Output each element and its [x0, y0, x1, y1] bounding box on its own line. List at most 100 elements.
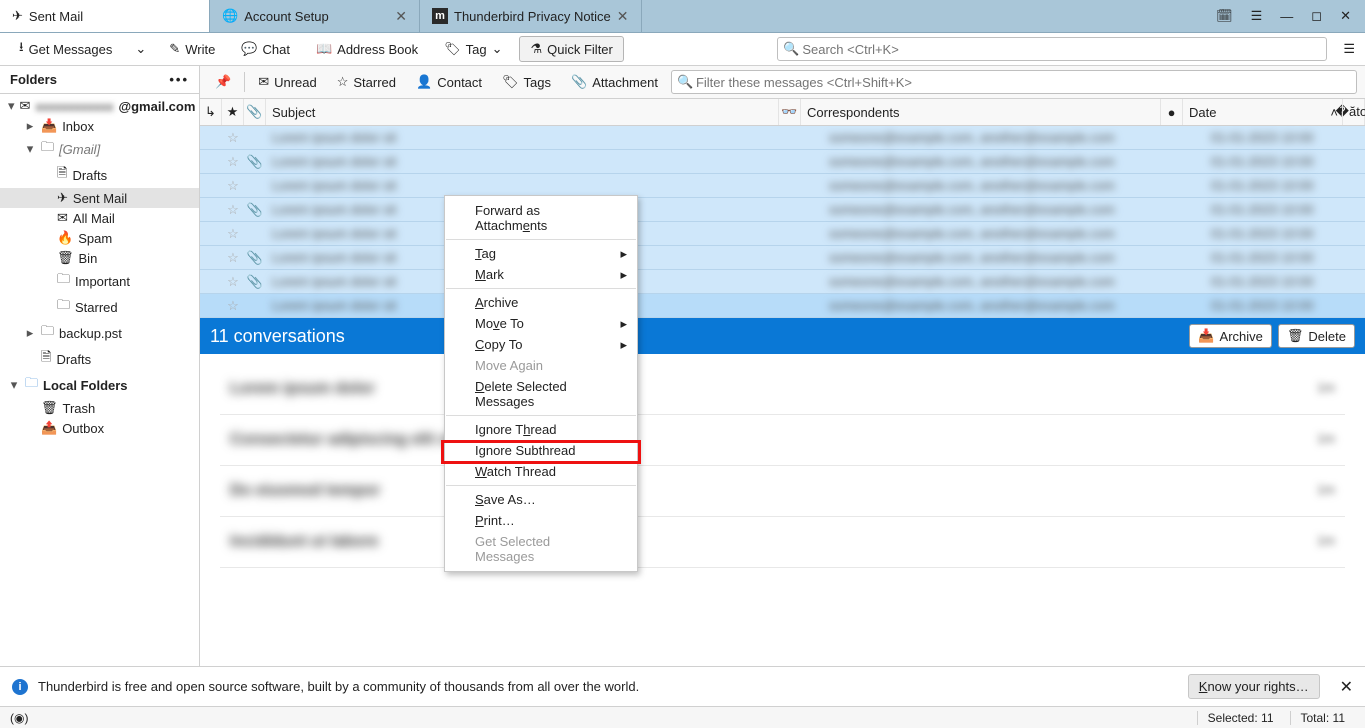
- ctx-mark[interactable]: Mark▸: [445, 264, 637, 285]
- col-date[interactable]: Date˄: [1183, 99, 1343, 125]
- get-messages-button[interactable]: Get Messages: [10, 34, 121, 64]
- folder-drafts[interactable]: 🗎Drafts: [0, 162, 199, 188]
- message-row[interactable]: Lorem ipsum dolor sitsomeone@example.com…: [200, 150, 1365, 174]
- total-count: 11: [1333, 711, 1345, 725]
- tag-button[interactable]: Tag ⌄: [435, 37, 511, 61]
- folder-label: Outbox: [62, 421, 104, 436]
- account-row[interactable]: ▾✉ xxxxxxxxxxxx@gmail.com: [0, 96, 199, 116]
- preview-item[interactable]: Lorem ipsum dolor1m: [220, 364, 1345, 415]
- folder-label: Drafts: [56, 352, 91, 367]
- ctx-tag[interactable]: Tag▸: [445, 243, 637, 264]
- ctx-ignore-subthread[interactable]: Ignore Subthread: [445, 440, 637, 461]
- col-subject[interactable]: Subject: [266, 99, 779, 125]
- tab-label: Account Setup: [244, 9, 329, 24]
- col-tag[interactable]: ●: [1161, 99, 1183, 125]
- message-row[interactable]: Lorem ipsum dolor sitsomeone@example.com…: [200, 246, 1365, 270]
- trash-icon: 🗑: [41, 400, 58, 416]
- keep-filters-icon[interactable]: 📌: [208, 71, 238, 93]
- folder-drafts[interactable]: 🗎Drafts: [0, 346, 199, 372]
- preview-item[interactable]: Incididunt ut labore1m: [220, 517, 1345, 568]
- folder-icon: 🗀: [41, 322, 54, 344]
- write-label: Write: [185, 42, 215, 57]
- col-attachment[interactable]: [244, 99, 266, 125]
- close-icon[interactable]: ✕: [617, 8, 629, 25]
- tab-account-setup[interactable]: Account Setup ✕: [210, 0, 420, 32]
- col-picker[interactable]: �ător: [1343, 99, 1365, 125]
- filter-starred[interactable]: Starred: [330, 71, 403, 93]
- ctx-print[interactable]: Print…: [445, 510, 637, 531]
- folder-inbox[interactable]: ▸📥Inbox: [0, 116, 199, 136]
- write-button[interactable]: Write: [160, 37, 224, 61]
- maximize-icon[interactable]: ◻: [1311, 8, 1322, 24]
- folder-sent-mail[interactable]: ✈Sent Mail: [0, 188, 199, 208]
- folder-label: Sent Mail: [73, 191, 127, 206]
- preview-item[interactable]: Do eiusmod tempor1m: [220, 466, 1345, 517]
- search-icon: 🔍: [677, 74, 693, 90]
- folder--gmail-[interactable]: ▾🗀[Gmail]: [0, 136, 199, 162]
- message-row[interactable]: Lorem ipsum dolor sitsomeone@example.com…: [200, 294, 1365, 318]
- chat-icon: [241, 41, 257, 57]
- ctx-delete-selected-messages[interactable]: Delete Selected Messages: [445, 376, 637, 412]
- folder-pane: Folders ••• ▾✉ xxxxxxxxxxxx@gmail.com ▸📥…: [0, 66, 200, 666]
- send-icon: [12, 8, 23, 24]
- info-close-icon[interactable]: ✕: [1340, 677, 1353, 697]
- ctx-archive[interactable]: Archive: [445, 292, 637, 313]
- col-correspondents[interactable]: Correspondents: [801, 99, 1161, 125]
- chat-button[interactable]: Chat: [232, 37, 299, 61]
- close-icon[interactable]: ✕: [395, 8, 407, 25]
- info-icon: i: [12, 679, 28, 695]
- message-row[interactable]: Lorem ipsum dolor sitsomeone@example.com…: [200, 270, 1365, 294]
- filter-tags[interactable]: Tags: [495, 71, 558, 93]
- inbox-icon: 📥: [41, 118, 57, 134]
- folder-starred[interactable]: 🗀Starred: [0, 294, 199, 320]
- folder-all-mail[interactable]: ✉All Mail: [0, 208, 199, 228]
- filter-attachment[interactable]: Attachment: [564, 71, 665, 93]
- ctx-move-to[interactable]: Move To▸: [445, 313, 637, 334]
- ctx-watch-thread[interactable]: Watch Thread: [445, 461, 637, 482]
- ctx-copy-to[interactable]: Copy To▸: [445, 334, 637, 355]
- folder-trash[interactable]: 🗑 Trash: [0, 398, 199, 418]
- folder-spam[interactable]: 🔥Spam: [0, 228, 199, 248]
- col-security[interactable]: 👓: [779, 99, 801, 125]
- address-book-button[interactable]: Address Book: [307, 37, 427, 61]
- message-row[interactable]: Lorem ipsum dolor sitsomeone@example.com…: [200, 126, 1365, 150]
- tab-privacy[interactable]: m Thunderbird Privacy Notice ✕: [420, 0, 642, 32]
- folder-label: Trash: [63, 401, 96, 416]
- filter-contact[interactable]: Contact: [409, 71, 489, 93]
- message-list[interactable]: Lorem ipsum dolor sitsomeone@example.com…: [200, 126, 1365, 318]
- calendar-icon[interactable]: 🗓: [1216, 8, 1233, 24]
- folder-bin[interactable]: 🗑Bin: [0, 248, 199, 268]
- folder-important[interactable]: 🗀Important: [0, 268, 199, 294]
- filter-icon: ⚗: [530, 41, 542, 57]
- message-row[interactable]: Lorem ipsum dolor sitsomeone@example.com…: [200, 174, 1365, 198]
- quick-filter-button[interactable]: ⚗ Quick Filter: [519, 36, 623, 62]
- message-row[interactable]: Lorem ipsum dolor sitsomeone@example.com…: [200, 198, 1365, 222]
- close-window-icon[interactable]: ✕: [1340, 8, 1351, 24]
- search-input[interactable]: [777, 37, 1327, 61]
- folder-backup-pst[interactable]: ▸🗀backup.pst: [0, 320, 199, 346]
- delete-button[interactable]: 🗑Delete: [1278, 324, 1355, 348]
- preview-pane[interactable]: Lorem ipsum dolor1m Consectetur adipisci…: [200, 354, 1365, 666]
- folder-outbox[interactable]: 📤 Outbox: [0, 418, 199, 438]
- out-icon: 📤: [41, 420, 57, 436]
- tab-sent-mail[interactable]: Sent Mail: [0, 0, 210, 32]
- activity-icon[interactable]: (◉): [10, 711, 28, 725]
- filter-input[interactable]: [671, 70, 1357, 94]
- local-folders-row[interactable]: ▾ Local Folders: [0, 372, 199, 398]
- filter-unread[interactable]: ✉Unread: [251, 71, 324, 93]
- app-menu-icon[interactable]: ☰: [1343, 41, 1355, 57]
- quick-filter-bar: 📌 ✉Unread Starred Contact Tags Attachmen…: [200, 66, 1365, 99]
- ctx-ignore-thread[interactable]: Ignore Thread: [445, 419, 637, 440]
- get-messages-dropdown[interactable]: ⌄: [129, 37, 152, 61]
- col-thread[interactable]: ↳: [200, 99, 222, 125]
- ctx-forward-as-attachments[interactable]: Forward as Attachments: [445, 200, 637, 236]
- folder-options-icon[interactable]: •••: [169, 72, 189, 87]
- know-your-rights-button[interactable]: Know your rights…: [1188, 674, 1320, 699]
- archive-button[interactable]: 📥Archive: [1189, 324, 1272, 348]
- minimize-icon[interactable]: —: [1280, 9, 1293, 24]
- tasks-icon[interactable]: ☰: [1251, 8, 1263, 24]
- preview-item[interactable]: Consectetur adipiscing elit sed1m: [220, 415, 1345, 466]
- col-star[interactable]: ★: [222, 99, 244, 125]
- message-row[interactable]: Lorem ipsum dolor sitsomeone@example.com…: [200, 222, 1365, 246]
- ctx-save-as[interactable]: Save As…: [445, 489, 637, 510]
